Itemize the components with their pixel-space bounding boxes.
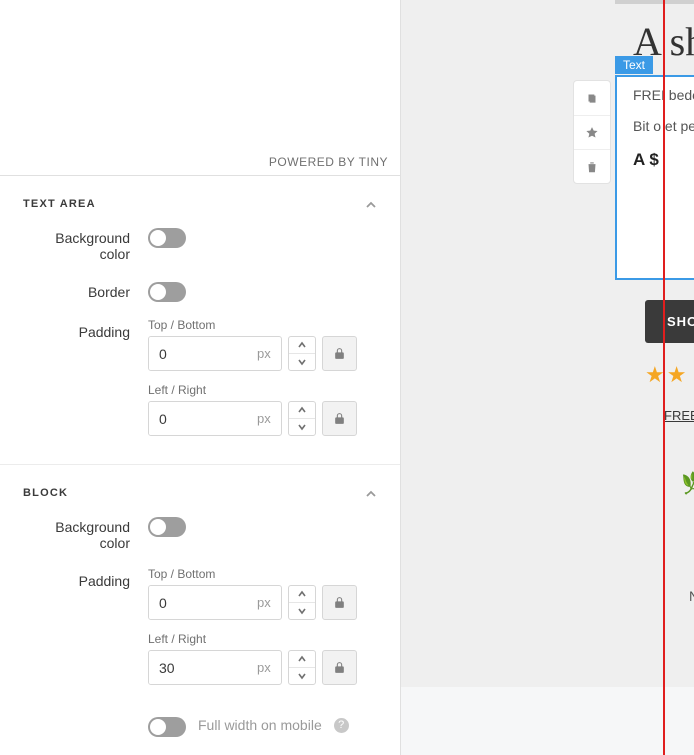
delete-button[interactable] — [574, 149, 610, 183]
text-block-selected[interactable]: Text FREI bede Bit o et pe taspi im n di… — [615, 75, 694, 280]
padding-tb-input-ta[interactable] — [149, 337, 257, 370]
padding-tb-lock-ta[interactable] — [322, 336, 357, 371]
padding-tb-input-wrap-ta: px — [148, 336, 282, 371]
padding-lr-stepper-block[interactable] — [288, 650, 316, 685]
guide-line — [663, 0, 665, 755]
border-row: Border — [23, 278, 377, 302]
block-bg-label: Background color — [23, 513, 148, 551]
step-down-icon[interactable] — [289, 602, 315, 619]
padding-tb-input-wrap-block: px — [148, 585, 282, 620]
padding-row-block: Padding Top / Bottom px Left — [23, 567, 377, 697]
block-bg-row: Background color — [23, 513, 377, 551]
editor-area: POWERED BY TINY — [0, 0, 400, 176]
favorite-button[interactable] — [574, 115, 610, 149]
leaf-icon: 🌿 — [681, 470, 694, 496]
padding-tb-lock-block[interactable] — [322, 585, 357, 620]
step-up-icon[interactable] — [289, 586, 315, 602]
step-up-icon[interactable] — [289, 337, 315, 353]
duplicate-button[interactable] — [574, 81, 610, 115]
padding-lr-input-wrap-block: px — [148, 650, 282, 685]
full-width-toggle[interactable] — [148, 717, 186, 737]
padding-lr-input-wrap-ta: px — [148, 401, 282, 436]
section-text-area: TEXT AREA Background color Border Paddin… — [0, 176, 400, 737]
block-bg-toggle[interactable] — [148, 517, 186, 537]
unit-label: px — [257, 337, 281, 370]
help-icon[interactable]: ? — [334, 718, 349, 733]
padding-tb-stepper-block[interactable] — [288, 585, 316, 620]
border-label: Border — [23, 278, 148, 300]
padding-lr-input-ta[interactable] — [149, 402, 257, 435]
star-rating: ★★ — [645, 362, 688, 388]
padding-lr-lock-block[interactable] — [322, 650, 357, 685]
cta-button[interactable]: SHO — [645, 300, 694, 343]
tiny-credit: POWERED BY TINY — [269, 155, 388, 169]
image-thumb — [615, 0, 694, 4]
step-up-icon[interactable] — [289, 402, 315, 418]
step-up-icon[interactable] — [289, 651, 315, 667]
full-width-row: Full width on mobile ? — [23, 713, 377, 737]
step-down-icon[interactable] — [289, 667, 315, 684]
lr-sub-ta: Left / Right — [148, 383, 377, 397]
padding-tb-input-block[interactable] — [149, 586, 257, 619]
n-text: N — [689, 588, 694, 604]
block-toolbar — [573, 80, 611, 184]
text-area-title: TEXT AREA — [23, 198, 96, 210]
block-header[interactable]: BLOCK — [23, 465, 377, 513]
free-link[interactable]: FREE — [664, 408, 694, 423]
properties-panel: POWERED BY TINY TEXT AREA Background col… — [0, 0, 401, 755]
padding-lr-input-block[interactable] — [149, 651, 257, 684]
padding-label-ta: Padding — [23, 318, 148, 340]
lr-sub-block: Left / Right — [148, 632, 377, 646]
border-toggle[interactable] — [148, 282, 186, 302]
full-width-label: Full width on mobile — [198, 717, 322, 733]
padding-tb-stepper-ta[interactable] — [288, 336, 316, 371]
padding-row-ta: Padding Top / Bottom px Left — [23, 318, 377, 448]
padding-label-block: Padding — [23, 567, 148, 589]
tb-sub-ta: Top / Bottom — [148, 318, 377, 332]
chevron-up-icon — [365, 487, 377, 499]
bg-color-toggle[interactable] — [148, 228, 186, 248]
unit-label: px — [257, 651, 281, 684]
bg-color-row: Background color — [23, 224, 377, 262]
text-area-header[interactable]: TEXT AREA — [23, 176, 377, 224]
preview-canvas: A sh Text FREI bede Bit o et pe taspi im… — [401, 0, 694, 755]
step-down-icon[interactable] — [289, 353, 315, 370]
text-tag: Text — [615, 56, 653, 74]
chevron-up-icon — [365, 198, 377, 210]
padding-lr-lock-ta[interactable] — [322, 401, 357, 436]
tb-sub-block: Top / Bottom — [148, 567, 377, 581]
unit-label: px — [257, 586, 281, 619]
bg-color-label: Background color — [23, 224, 148, 262]
block-title: BLOCK — [23, 487, 68, 499]
unit-label: px — [257, 402, 281, 435]
padding-lr-stepper-ta[interactable] — [288, 401, 316, 436]
step-down-icon[interactable] — [289, 418, 315, 435]
